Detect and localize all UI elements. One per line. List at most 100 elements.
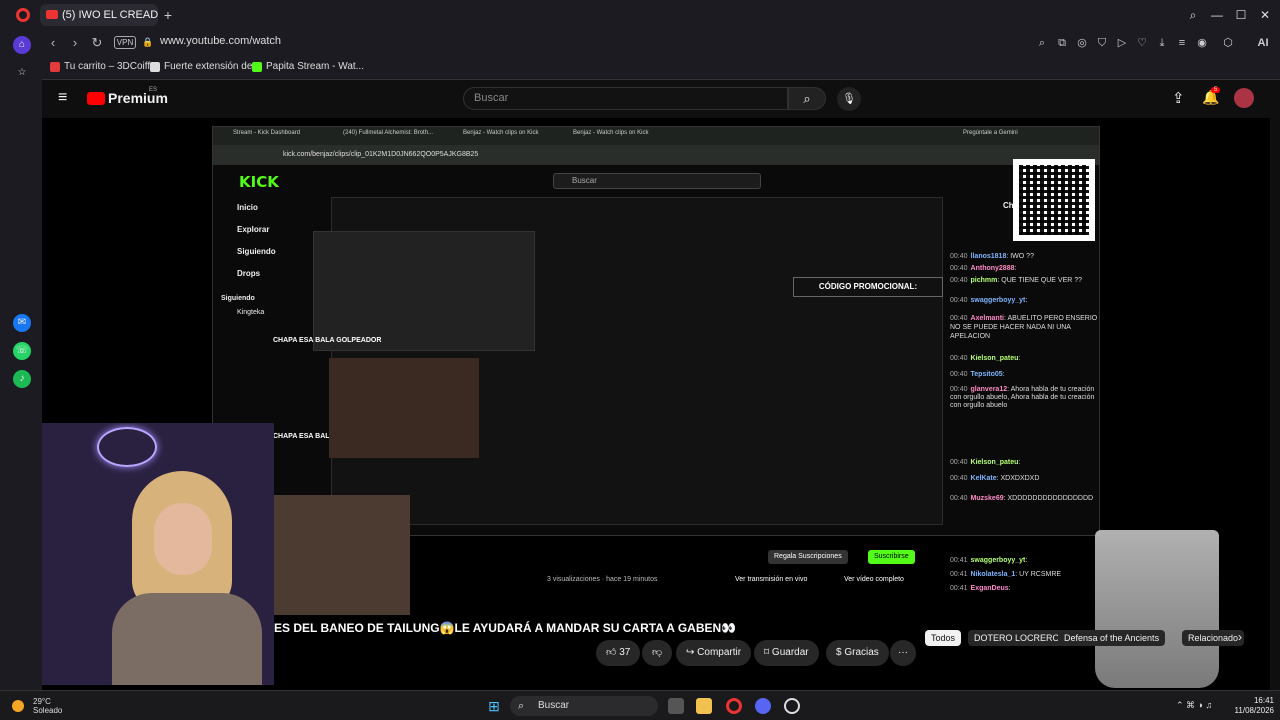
chip-all[interactable]: Todos — [925, 630, 962, 646]
extensions-icon[interactable]: ⬡ — [1220, 35, 1236, 51]
address-bar-row: ‹ › ↻ VPN 🔒 www.youtube.com/watch ⌕ ⧉ ◎ … — [0, 30, 1280, 56]
opera-logo-icon[interactable] — [16, 8, 30, 22]
bookmark-favicon-icon — [150, 62, 160, 72]
thanks-button[interactable]: $ Gracias — [826, 640, 889, 666]
system-tray-icons[interactable]: ⌃ ⌘ ◑ ♫ — [1176, 700, 1212, 711]
bookmark-item[interactable]: Tu carrito – 3DCoiff... — [50, 61, 158, 72]
like-button[interactable]: 👍︎ 37 — [596, 640, 641, 666]
browser-tab[interactable]: (5) IWO EL CREADOR — [40, 4, 158, 26]
taskbar-search[interactable]: Buscar — [510, 696, 658, 716]
clock[interactable]: 16:41 11/08/2026 — [1226, 696, 1274, 716]
shield-icon[interactable]: ⛉ — [1094, 35, 1110, 51]
thumb-up-icon: 👍︎ — [606, 647, 620, 658]
chat-message: 00:40 Anthony2888: — [950, 265, 1017, 272]
screenshot-icon[interactable]: ⧉ — [1054, 35, 1070, 51]
chat-username: swaggerboyy_yt — [970, 297, 1026, 304]
chat-timestamp: 00:40 — [950, 277, 968, 284]
opera-taskbar-icon[interactable] — [726, 698, 742, 714]
avatar[interactable] — [1234, 88, 1254, 108]
chip[interactable]: Relacionado — [1182, 630, 1245, 646]
captured-tab: Stream - Kick Dashboard — [233, 130, 301, 136]
chat-username: llanos1818 — [970, 253, 1007, 260]
minimize-button[interactable]: — — [1208, 6, 1226, 24]
discord-icon[interactable] — [755, 698, 771, 714]
back-button[interactable]: ‹ — [44, 34, 62, 52]
url-field[interactable]: www.youtube.com/watch — [160, 35, 281, 47]
video-player[interactable]: Stream - Kick Dashboard (240) Fullmetal … — [42, 118, 1270, 690]
chat-username: Axelmanti — [970, 315, 1004, 322]
chat-timestamp: 00:41 — [950, 571, 968, 578]
kick-logo: KICK — [239, 173, 279, 191]
obs-icon[interactable] — [784, 698, 800, 714]
share-button[interactable]: ↪ Compartir — [676, 640, 752, 666]
captured-url: kick.com/benjaz/clips/clip_01K2M1D0JN662… — [213, 145, 1099, 165]
chat-timestamp: 00:40 — [950, 355, 968, 362]
upload-icon[interactable]: ⇪ — [1172, 89, 1185, 107]
aria-ai-button[interactable]: AI — [1252, 35, 1274, 51]
chat-timestamp: 00:40 — [950, 495, 968, 502]
search-input[interactable]: Buscar — [463, 87, 788, 110]
camera-icon[interactable]: ◎ — [1074, 35, 1090, 51]
reload-button[interactable]: ↻ — [88, 34, 106, 52]
search-button[interactable]: ⌕ — [788, 87, 826, 110]
search-icon: ⌕ — [518, 700, 525, 712]
forward-button[interactable]: › — [66, 34, 84, 52]
play-icon[interactable]: ▷ — [1114, 35, 1130, 51]
star-icon[interactable]: ☆ — [13, 64, 31, 82]
subscribe-button: Suscribirse — [868, 550, 915, 564]
chat-message: 00:40 KelKate: XDXDXDXD — [950, 475, 1040, 482]
youtube-logo-icon[interactable] — [87, 92, 105, 105]
following-label: Siguiendo — [221, 295, 255, 302]
task-view-icon[interactable] — [668, 698, 684, 714]
windows-start-icon[interactable]: ⊞ — [486, 698, 502, 714]
glass-prop — [1095, 530, 1219, 688]
chat-message: 00:40 pichmm: QUE TIENE QUE VER ?? — [950, 277, 1083, 284]
browser-tab-bar: (5) IWO EL CREADOR + ⌕ — ☐ ✕ — [0, 0, 1280, 30]
chat-username: KelKate — [970, 475, 997, 482]
chat-username: Kielson_pateu — [970, 459, 1019, 466]
gift-subs-button: Regala Suscripciones — [768, 550, 848, 564]
face-shape — [154, 503, 212, 575]
youtube-premium-logo[interactable]: Premium — [108, 90, 168, 106]
menu-icon[interactable]: ≡ — [1174, 35, 1190, 51]
new-tab-button[interactable]: + — [160, 7, 176, 23]
dislike-button[interactable]: 👎︎ — [642, 640, 673, 666]
promo-code-banner: CÓDIGO PROMOCIONAL: — [793, 277, 943, 297]
watch-live-link: Ver transmisión en vivo — [735, 576, 808, 583]
profile-icon[interactable]: ◉ — [1194, 35, 1210, 51]
chat-timestamp: 00:40 — [950, 315, 968, 322]
file-explorer-icon[interactable] — [696, 698, 712, 714]
time: 16:41 — [1253, 696, 1274, 705]
home-icon[interactable]: ⌂ — [13, 36, 31, 54]
chat-username: Muzske69 — [970, 495, 1004, 502]
whatsapp-icon[interactable]: ☏ — [13, 342, 31, 360]
kick-nav-item: Siguiendo — [237, 247, 276, 256]
watch-full-link: Ver vídeo completo — [844, 576, 904, 583]
kick-nav-item: Drops — [237, 269, 261, 278]
chip[interactable]: Defensa of the Ancients — [1058, 630, 1166, 646]
streamer-webcam — [42, 423, 274, 685]
kick-nav-item: Inicio — [237, 203, 258, 212]
chip[interactable]: DOTERO LOCRERO — [968, 630, 1066, 646]
chip-next-icon[interactable]: › — [1238, 630, 1242, 644]
more-actions-button[interactable]: ··· — [890, 640, 916, 666]
messenger-icon[interactable]: ✉ — [13, 314, 31, 332]
close-window-button[interactable]: ✕ — [1256, 6, 1274, 24]
windows-taskbar: 29°C Soleado ⊞ Buscar ⌕ ⌃ ⌘ ◑ ♫ 16:41 11… — [0, 690, 1280, 720]
heart-icon[interactable]: ♡ — [1134, 35, 1150, 51]
download-icon[interactable]: ⤓ — [1154, 35, 1170, 51]
vpn-badge[interactable]: VPN — [114, 36, 136, 49]
bookmark-item[interactable]: Papita Stream - Wat... — [252, 61, 364, 72]
bookmark-item[interactable]: Fuerte extensión de... — [150, 61, 261, 72]
chat-message: 00:41 swaggerboyy_yt: — [950, 557, 1028, 564]
chat-timestamp: 00:40 — [950, 371, 968, 378]
chat-username: ExganDeus — [970, 585, 1009, 592]
microphone-icon[interactable]: 🎙 — [837, 87, 861, 111]
maximize-button[interactable]: ☐ — [1232, 6, 1250, 24]
search-tabs-icon[interactable]: ⌕ — [1184, 6, 1202, 24]
weather-widget[interactable]: 29°C Soleado — [12, 697, 62, 715]
hamburger-menu-icon[interactable]: ≡ — [58, 89, 67, 107]
save-button[interactable]: ⌑ Guardar — [754, 640, 819, 666]
zoom-icon[interactable]: ⌕ — [1034, 35, 1050, 51]
spotify-icon[interactable]: ♪ — [13, 370, 31, 388]
